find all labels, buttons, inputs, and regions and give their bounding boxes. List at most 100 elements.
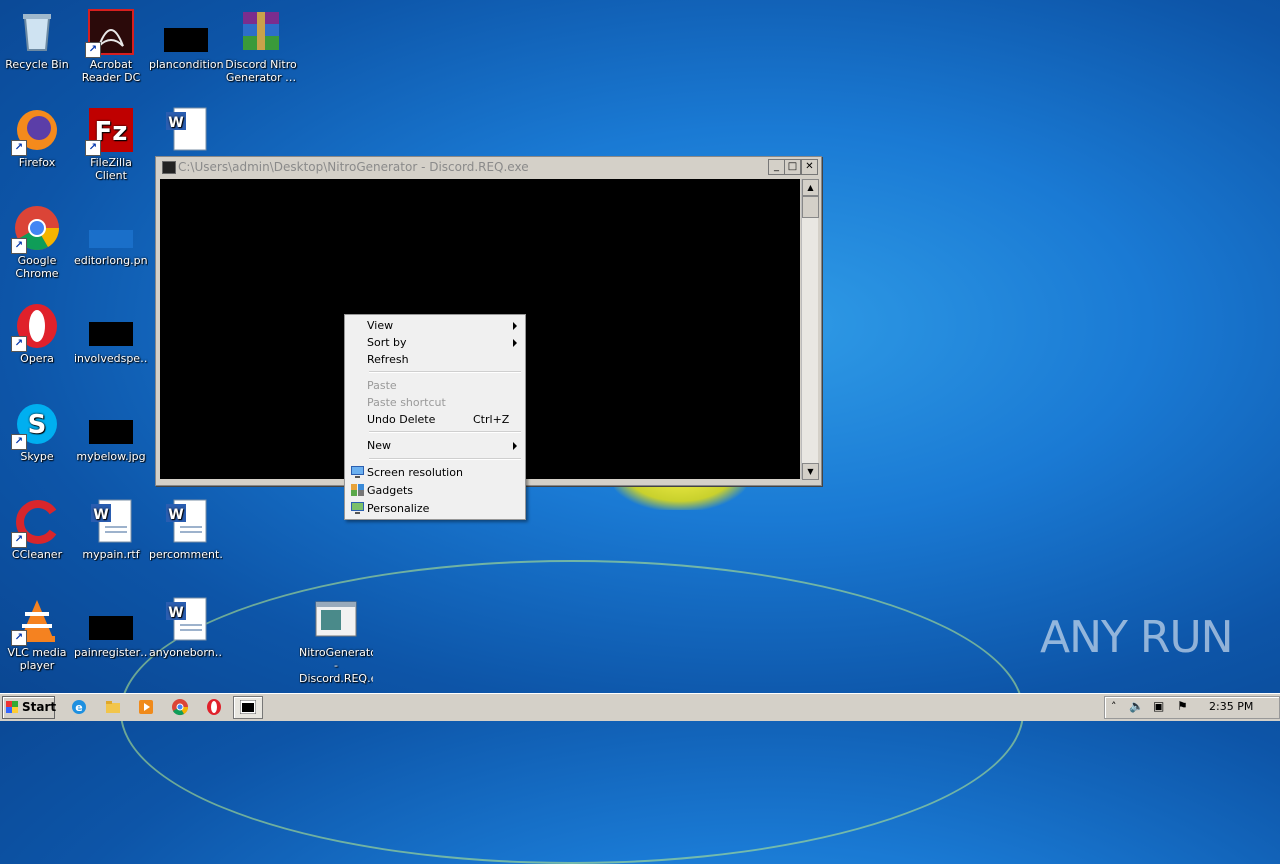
winrar-archive-icon (237, 8, 285, 56)
word-document-icon: W (87, 498, 135, 546)
action-center-flag-icon[interactable]: ⚑ (1177, 699, 1188, 713)
desktop-icon-label: FileZilla Client (90, 156, 132, 182)
menu-item-gadgets[interactable]: Gadgets (347, 482, 523, 499)
vlc-icon-image: ↗ (11, 596, 61, 646)
ccleaner-icon[interactable]: ↗ CCleaner (0, 498, 74, 561)
console-window-icon (240, 700, 256, 714)
black-file-icon (87, 596, 135, 644)
menu-item-label: New (367, 439, 391, 452)
menu-item-view[interactable]: View (347, 317, 523, 334)
menu-item-label: Personalize (367, 502, 430, 515)
menu-item-sort-by[interactable]: Sort by (347, 334, 523, 351)
maximize-button[interactable]: □ (784, 159, 801, 175)
file-plancondition-icon[interactable]: plancondition… (149, 8, 223, 71)
file-painregister-icon[interactable]: painregister… (74, 596, 148, 659)
personalize-icon (351, 502, 364, 514)
acrobat-reader-icon[interactable]: ↗ Acrobat Reader DC (74, 8, 148, 84)
menu-item-screen-resolution[interactable]: Screen resolution (347, 464, 523, 481)
shortcut-arrow-icon: ↗ (11, 238, 27, 254)
close-button[interactable]: ✕ (801, 159, 818, 175)
image-file-icon (87, 204, 135, 252)
internet-explorer-icon[interactable]: e (70, 698, 88, 716)
desktop-context-menu: View Sort by Refresh Paste Paste shortcu… (344, 314, 526, 520)
file-word-doc-icon[interactable]: W (149, 106, 223, 156)
menu-item-personalize[interactable]: Personalize (347, 500, 523, 517)
show-hidden-icons-chevron-icon[interactable]: ˄ (1111, 700, 1117, 713)
application-window-icon (312, 596, 360, 644)
menu-item-shortcut: Ctrl+Z (473, 413, 510, 426)
svg-text:W: W (93, 507, 108, 523)
skype-icon-image: S ↗ (11, 400, 61, 450)
menu-item-label: Sort by (367, 336, 407, 349)
ccleaner-icon-image: ↗ (11, 498, 61, 548)
menu-item-label: Gadgets (367, 484, 414, 497)
menu-item-new[interactable]: New (347, 437, 523, 454)
shortcut-arrow-icon: ↗ (11, 532, 27, 548)
minimize-button[interactable]: _ (768, 159, 785, 175)
svg-text:W: W (168, 507, 183, 523)
desktop-icon-label: Skype (20, 450, 54, 463)
chrome-taskbar-icon[interactable] (171, 698, 189, 716)
taskbar: Start e ˄ 🔈 ▣ ⚑ 2:35 PM (0, 693, 1280, 721)
system-tray: ˄ 🔈 ▣ ⚑ 2:35 PM (1104, 696, 1280, 719)
desktop-icon-label: Discord Nitro Generator … (225, 58, 297, 84)
firefox-icon[interactable]: ↗ Firefox (0, 106, 74, 169)
console-titlebar[interactable]: C:\Users\admin\Desktop\NitroGenerator - … (156, 157, 821, 177)
scroll-up-arrow-icon[interactable]: ▲ (802, 179, 819, 196)
menu-item-paste: Paste (347, 377, 523, 394)
submenu-arrow-icon (513, 442, 517, 450)
svg-text:W: W (168, 115, 183, 131)
desktop-icon-label: anyoneborn… (149, 646, 223, 659)
desktop-icon-label: CCleaner (11, 548, 63, 561)
shortcut-arrow-icon: ↗ (85, 140, 101, 156)
menu-item-label: Undo Delete (367, 413, 436, 426)
anyrun-watermark: ANY RUN (1040, 612, 1234, 663)
desktop-icon-label: Acrobat Reader DC (81, 58, 141, 84)
desktop-icon-label: Firefox (18, 156, 56, 169)
network-icon[interactable]: ▣ (1153, 699, 1164, 713)
file-editorlong-icon[interactable]: editorlong.png (74, 204, 148, 267)
file-percomment-icon[interactable]: W percomment… (149, 498, 223, 561)
menu-item-label: Refresh (367, 353, 409, 366)
desktop-icon-label: mybelow.jpg (76, 450, 146, 463)
menu-item-undo-delete[interactable]: Undo Delete Ctrl+Z (347, 411, 523, 428)
vlc-media-player-icon[interactable]: ↗ VLC media player (0, 596, 74, 672)
scroll-down-arrow-icon[interactable]: ▼ (802, 463, 819, 480)
clock[interactable]: 2:35 PM (1209, 700, 1253, 713)
file-mybelow-icon[interactable]: mybelow.jpg (74, 400, 148, 463)
discord-nitro-generator-icon[interactable]: Discord Nitro Generator … (224, 8, 298, 84)
volume-icon[interactable]: 🔈 (1129, 699, 1144, 713)
svg-text:e: e (75, 701, 82, 714)
nitrogenerator-exe-icon[interactable]: NitroGenerator - Discord.REQ.exe (299, 596, 373, 685)
filezilla-icon[interactable]: Fz ↗ FileZilla Client (74, 106, 148, 182)
start-button[interactable]: Start (2, 696, 57, 719)
file-anyoneborn-icon[interactable]: W anyoneborn… (149, 596, 223, 659)
vertical-scrollbar[interactable]: ▲ ▼ (801, 179, 819, 480)
desktop-icon-label: involvedspe… (74, 352, 148, 365)
shortcut-arrow-icon: ↗ (85, 42, 101, 58)
file-mypain-icon[interactable]: W mypain.rtf (74, 498, 148, 561)
svg-text:S: S (28, 410, 47, 440)
menu-item-refresh[interactable]: Refresh (347, 351, 523, 368)
media-player-icon[interactable] (137, 698, 155, 716)
shortcut-arrow-icon: ↗ (11, 336, 27, 352)
file-involvedspe-icon[interactable]: involvedspe… (74, 302, 148, 365)
file-explorer-icon[interactable] (104, 698, 122, 716)
opera-taskbar-icon[interactable] (205, 698, 223, 716)
recycle-bin-icon[interactable]: Recycle Bin (0, 8, 74, 71)
google-chrome-icon[interactable]: ↗ Google Chrome (0, 204, 74, 280)
console-title: C:\Users\admin\Desktop\NitroGenerator - … (178, 160, 529, 174)
word-document-icon: W (162, 596, 210, 644)
desktop-icon-label: Opera (20, 352, 54, 365)
scroll-thumb[interactable] (802, 196, 819, 218)
console-app-icon[interactable] (162, 161, 176, 174)
firefox-icon-image: ↗ (11, 106, 61, 156)
menu-item-label: Paste shortcut (367, 396, 446, 409)
skype-icon[interactable]: S ↗ Skype (0, 400, 74, 463)
console-taskbar-button[interactable] (233, 696, 263, 719)
opera-icon[interactable]: ↗ Opera (0, 302, 74, 365)
start-button-label: Start (22, 700, 57, 714)
menu-separator (369, 371, 521, 373)
filezilla-icon-image: Fz ↗ (85, 106, 135, 156)
menu-item-label: Screen resolution (367, 466, 463, 479)
